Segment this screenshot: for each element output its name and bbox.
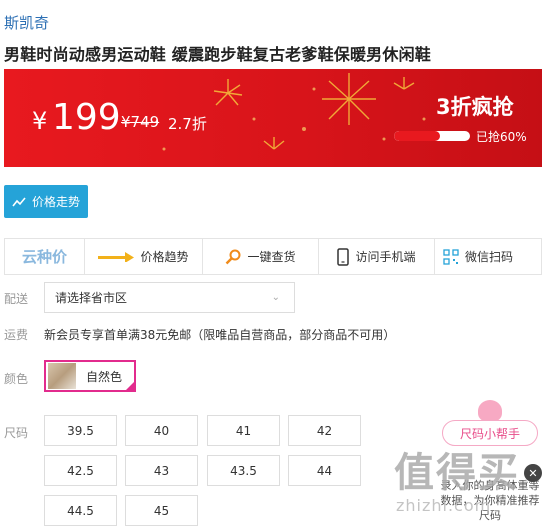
size-option[interactable]: 44	[288, 455, 361, 486]
site-watermark: 值得买 zhizhi.com	[394, 440, 542, 527]
region-select[interactable]: 请选择省市区 ⌄	[44, 282, 295, 313]
size-option[interactable]: 44.5	[44, 495, 117, 526]
size-option[interactable]: 42.5	[44, 455, 117, 486]
yunzhongjia-logo[interactable]: 云种价	[5, 239, 85, 274]
region-select-value: 请选择省市区	[55, 291, 128, 305]
selected-check-icon	[124, 380, 136, 392]
price-trend-label: 价格走势	[32, 195, 81, 209]
size-option[interactable]: 43.5	[207, 455, 280, 486]
sold-percent-text: 已抢60%	[476, 130, 527, 144]
toolbar-item-check-stock[interactable]: 一键查货	[203, 239, 319, 274]
toolbar-item-mobile[interactable]: 访问手机端	[319, 239, 435, 274]
size-option[interactable]: 40	[125, 415, 198, 446]
original-price: ¥749	[121, 113, 160, 131]
color-label: 颜色	[4, 372, 29, 386]
helper-mascot-icon	[478, 400, 502, 422]
phone-icon	[337, 247, 350, 266]
chevron-down-icon: ⌄	[271, 292, 280, 303]
brand-name[interactable]: 斯凯奇	[4, 12, 49, 33]
arrow-right-icon	[98, 251, 135, 262]
size-option[interactable]: 45	[125, 495, 198, 526]
watermark-domain: zhizhi.com	[396, 496, 492, 515]
qrcode-icon	[443, 248, 459, 265]
toolbar-item-label: 价格趋势	[140, 250, 189, 264]
color-option-label: 自然色	[86, 369, 123, 384]
sold-progress-fill	[394, 131, 440, 141]
toolbar-item-label: 一键查货	[247, 250, 296, 264]
helper-toolbar: 云种价 价格趋势 一键查货 访问手机端 微信扫码	[4, 238, 542, 275]
sale-price: 199	[52, 97, 121, 138]
discount-label: 2.7折	[168, 115, 207, 133]
size-option[interactable]: 41	[207, 415, 280, 446]
flash-sale-label: 3折疯抢	[436, 95, 514, 119]
color-option-selected[interactable]: 自然色	[44, 360, 136, 392]
currency-symbol: ¥	[32, 107, 48, 135]
close-icon[interactable]: ✕	[524, 464, 542, 482]
toolbar-item-wechat[interactable]: 微信扫码	[435, 239, 521, 274]
delivery-label: 配送	[4, 292, 29, 306]
price-trend-button[interactable]: 价格走势	[4, 185, 88, 218]
toolbar-item-label: 微信扫码	[464, 250, 513, 264]
size-label: 尺码	[4, 426, 29, 440]
size-option[interactable]: 43	[125, 455, 198, 486]
size-option[interactable]: 39.5	[44, 415, 117, 446]
product-title: 男鞋时尚动感男运动鞋 缓震跑步鞋复古老爹鞋保暖男休闲鞋	[4, 45, 431, 64]
size-option[interactable]: 42	[288, 415, 361, 446]
trend-chart-icon	[12, 196, 26, 206]
toolbar-item-price-trend[interactable]: 价格趋势	[85, 239, 203, 274]
sold-progress-bar	[394, 131, 470, 141]
shipping-label: 运费	[4, 328, 29, 342]
watermark-logo-text: 值得买	[394, 450, 520, 496]
magnifier-icon	[226, 249, 241, 264]
shoe-thumbnail	[48, 363, 76, 389]
toolbar-item-label: 访问手机端	[355, 250, 416, 264]
flash-sale-banner: ¥ 199 ¥749 2.7折 3折疯抢 已抢60%	[4, 69, 542, 167]
shipping-info: 新会员专享首单满38元免邮（限唯品自营商品，部分商品不可用）	[44, 328, 396, 342]
